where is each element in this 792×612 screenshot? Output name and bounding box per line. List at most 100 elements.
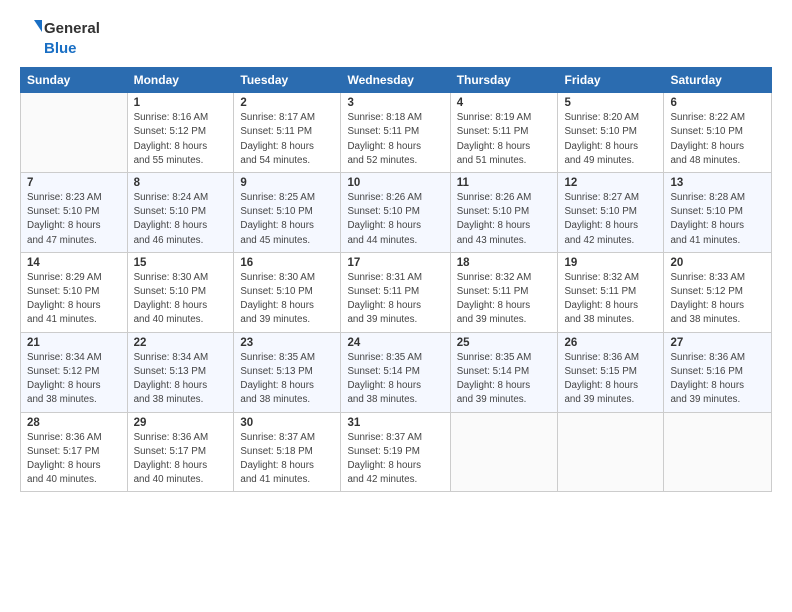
page-header: General Blue [20,18,772,57]
day-detail: Sunrise: 8:19 AMSunset: 5:11 PMDaylight:… [457,111,552,168]
calendar-cell: 14 Sunrise: 8:29 AMSunset: 5:10 PMDayligh… [21,252,128,332]
day-detail: Sunrise: 8:22 AMSunset: 5:10 PMDaylight:… [670,111,765,168]
day-detail: Sunrise: 8:37 AMSunset: 5:18 PMDaylight:… [240,431,334,488]
day-number: 9 [240,177,334,189]
day-number: 29 [134,417,228,429]
calendar-cell: 25 Sunrise: 8:35 AMSunset: 5:14 PMDayligh… [450,332,558,412]
calendar-cell: 20 Sunrise: 8:33 AMSunset: 5:12 PMDayligh… [664,252,772,332]
calendar-cell: 30 Sunrise: 8:37 AMSunset: 5:18 PMDayligh… [234,412,341,492]
day-number: 15 [134,257,228,269]
calendar-cell [558,412,664,492]
day-number: 6 [670,97,765,109]
col-header-friday: Friday [558,68,664,93]
day-number: 13 [670,177,765,189]
calendar-cell: 27 Sunrise: 8:36 AMSunset: 5:16 PMDayligh… [664,332,772,412]
day-detail: Sunrise: 8:36 AMSunset: 5:15 PMDaylight:… [564,351,657,408]
calendar-cell: 10 Sunrise: 8:26 AMSunset: 5:10 PMDayligh… [341,173,450,253]
day-number: 31 [347,417,443,429]
day-detail: Sunrise: 8:34 AMSunset: 5:13 PMDaylight:… [134,351,228,408]
calendar-cell: 18 Sunrise: 8:32 AMSunset: 5:11 PMDayligh… [450,252,558,332]
calendar-cell: 7 Sunrise: 8:23 AMSunset: 5:10 PMDaylight… [21,173,128,253]
day-detail: Sunrise: 8:24 AMSunset: 5:10 PMDaylight:… [134,191,228,248]
day-number: 10 [347,177,443,189]
calendar-cell: 28Sunrise: 8:36 AMSunset: 5:17 PMDayligh… [21,412,128,492]
logo: General Blue [20,18,100,57]
calendar-cell: 13 Sunrise: 8:28 AMSunset: 5:10 PMDayligh… [664,173,772,253]
day-number: 26 [564,337,657,349]
day-number: 11 [457,177,552,189]
day-detail: Sunrise: 8:36 AMSunset: 5:16 PMDaylight:… [670,351,765,408]
day-detail: Sunrise: 8:35 AMSunset: 5:14 PMDaylight:… [457,351,552,408]
calendar-cell: 31 Sunrise: 8:37 AMSunset: 5:19 PMDayligh… [341,412,450,492]
col-header-thursday: Thursday [450,68,558,93]
day-number: 27 [670,337,765,349]
calendar-cell: 8 Sunrise: 8:24 AMSunset: 5:10 PMDaylight… [127,173,234,253]
day-detail: Sunrise: 8:33 AMSunset: 5:12 PMDaylight:… [670,271,765,328]
day-detail: Sunrise: 8:36 AMSunset: 5:17 PMDaylight:… [134,431,228,488]
calendar-cell: 3 Sunrise: 8:18 AMSunset: 5:11 PMDaylight… [341,93,450,173]
calendar-cell: 4 Sunrise: 8:19 AMSunset: 5:11 PMDaylight… [450,93,558,173]
day-detail: Sunrise: 8:26 AMSunset: 5:10 PMDaylight:… [457,191,552,248]
day-detail: Sunrise: 8:37 AMSunset: 5:19 PMDaylight:… [347,431,443,488]
day-number: 21 [27,337,121,349]
day-number: 20 [670,257,765,269]
calendar-cell: 23 Sunrise: 8:35 AMSunset: 5:13 PMDayligh… [234,332,341,412]
day-number: 4 [457,97,552,109]
day-number: 7 [27,177,121,189]
calendar-cell: 15 Sunrise: 8:30 AMSunset: 5:10 PMDayligh… [127,252,234,332]
calendar-cell: 5 Sunrise: 8:20 AMSunset: 5:10 PMDaylight… [558,93,664,173]
day-number: 14 [27,257,121,269]
day-number: 8 [134,177,228,189]
calendar-cell: 21 Sunrise: 8:34 AMSunset: 5:12 PMDayligh… [21,332,128,412]
day-detail: Sunrise: 8:17 AMSunset: 5:11 PMDaylight:… [240,111,334,168]
day-number: 16 [240,257,334,269]
day-detail: Sunrise: 8:32 AMSunset: 5:11 PMDaylight:… [457,271,552,328]
day-detail: Sunrise: 8:30 AMSunset: 5:10 PMDaylight:… [240,271,334,328]
day-number: 1 [134,97,228,109]
day-number: 5 [564,97,657,109]
calendar-cell: 12 Sunrise: 8:27 AMSunset: 5:10 PMDayligh… [558,173,664,253]
calendar-cell: 11 Sunrise: 8:26 AMSunset: 5:10 PMDayligh… [450,173,558,253]
day-number: 23 [240,337,334,349]
col-header-saturday: Saturday [664,68,772,93]
day-detail: Sunrise: 8:35 AMSunset: 5:14 PMDaylight:… [347,351,443,408]
calendar-cell: 6 Sunrise: 8:22 AMSunset: 5:10 PMDaylight… [664,93,772,173]
day-number: 22 [134,337,228,349]
calendar-cell: 26 Sunrise: 8:36 AMSunset: 5:15 PMDayligh… [558,332,664,412]
calendar-cell: 2 Sunrise: 8:17 AMSunset: 5:11 PMDaylight… [234,93,341,173]
day-detail: Sunrise: 8:27 AMSunset: 5:10 PMDaylight:… [564,191,657,248]
calendar-cell: 22 Sunrise: 8:34 AMSunset: 5:13 PMDayligh… [127,332,234,412]
day-detail: Sunrise: 8:18 AMSunset: 5:11 PMDaylight:… [347,111,443,168]
calendar-cell: 9Sunrise: 8:25 AMSunset: 5:10 PMDaylight… [234,173,341,253]
day-number: 19 [564,257,657,269]
calendar-cell: 1 Sunrise: 8:16 AMSunset: 5:12 PMDaylight… [127,93,234,173]
day-detail: Sunrise: 8:16 AMSunset: 5:12 PMDaylight:… [134,111,228,168]
day-detail: Sunrise: 8:36 AMSunset: 5:17 PMDaylight:… [27,431,121,488]
day-number: 25 [457,337,552,349]
col-header-tuesday: Tuesday [234,68,341,93]
calendar-cell [21,93,128,173]
calendar-cell [450,412,558,492]
day-number: 24 [347,337,443,349]
day-detail: Sunrise: 8:28 AMSunset: 5:10 PMDaylight:… [670,191,765,248]
day-detail: Sunrise: 8:23 AMSunset: 5:10 PMDaylight:… [27,191,121,248]
calendar-cell: 19 Sunrise: 8:32 AMSunset: 5:11 PMDayligh… [558,252,664,332]
day-detail: Sunrise: 8:20 AMSunset: 5:10 PMDaylight:… [564,111,657,168]
day-number: 18 [457,257,552,269]
day-detail: Sunrise: 8:35 AMSunset: 5:13 PMDaylight:… [240,351,334,408]
day-number: 3 [347,97,443,109]
calendar-table: SundayMondayTuesdayWednesdayThursdayFrid… [20,67,772,492]
day-number: 12 [564,177,657,189]
day-detail: Sunrise: 8:32 AMSunset: 5:11 PMDaylight:… [564,271,657,328]
day-number: 30 [240,417,334,429]
day-detail: Sunrise: 8:30 AMSunset: 5:10 PMDaylight:… [134,271,228,328]
day-detail: Sunrise: 8:29 AMSunset: 5:10 PMDaylight:… [27,271,121,328]
calendar-cell: 24 Sunrise: 8:35 AMSunset: 5:14 PMDayligh… [341,332,450,412]
day-detail: Sunrise: 8:34 AMSunset: 5:12 PMDaylight:… [27,351,121,408]
day-detail: Sunrise: 8:26 AMSunset: 5:10 PMDaylight:… [347,191,443,248]
col-header-monday: Monday [127,68,234,93]
day-number: 2 [240,97,334,109]
calendar-cell [664,412,772,492]
calendar-cell: 17Sunrise: 8:31 AMSunset: 5:11 PMDayligh… [341,252,450,332]
day-detail: Sunrise: 8:31 AMSunset: 5:11 PMDaylight:… [347,271,443,328]
